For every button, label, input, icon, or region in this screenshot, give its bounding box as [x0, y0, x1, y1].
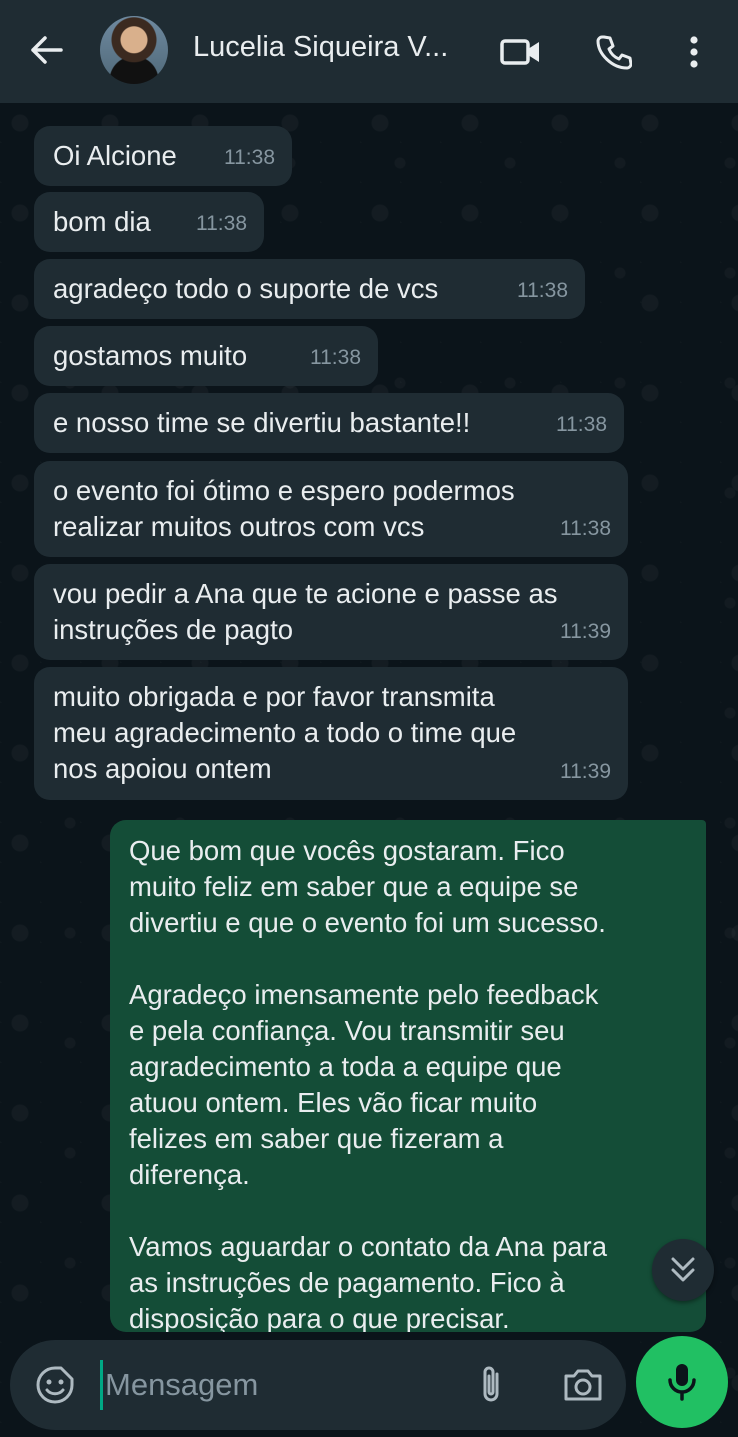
video-call-icon[interactable] — [499, 30, 543, 74]
paperclip-icon[interactable] — [468, 1362, 514, 1408]
message-bubble-incoming[interactable]: o evento foi ótimo e espero podermos rea… — [34, 461, 628, 557]
message-text: vou pedir a Ana que te acione e passe as… — [53, 578, 558, 645]
message-time: 11:38 — [310, 346, 361, 369]
message-bubble-incoming[interactable]: Oi Alcione 11:38 — [34, 126, 292, 186]
message-time: 11:39 — [560, 620, 611, 643]
double-chevron-down-icon — [671, 1257, 695, 1282]
sticker-emoji-icon[interactable] — [32, 1362, 78, 1408]
phone-call-icon[interactable] — [592, 30, 636, 74]
message-time: 11:38 — [224, 146, 275, 169]
message-time: 11:39 — [560, 760, 611, 783]
chat-screen: Lucelia Siqueira V... Oi Alcione 11:38 b… — [0, 0, 738, 1437]
back-arrow-icon[interactable] — [22, 30, 70, 70]
message-bubble-incoming[interactable]: gostamos muito 11:38 — [34, 326, 378, 386]
contact-avatar[interactable] — [100, 16, 168, 84]
message-bubble-incoming[interactable]: e nosso time se divertiu bastante!! 11:3… — [34, 393, 624, 453]
message-time: 11:38 — [196, 212, 247, 235]
microphone-button[interactable] — [636, 1336, 728, 1428]
message-text: e nosso time se divertiu bastante!! — [53, 407, 471, 438]
message-text: o evento foi ótimo e espero podermos rea… — [53, 475, 515, 542]
message-time: 11:38 — [556, 413, 607, 436]
message-time: 11:38 — [560, 517, 611, 540]
microphone-icon — [668, 1364, 696, 1401]
message-text: agradeço todo o suporte de vcs — [53, 273, 439, 304]
message-input[interactable] — [100, 1360, 440, 1410]
message-bubble-incoming[interactable]: muito obrigada e por favor transmita meu… — [34, 667, 628, 800]
message-bubble-outgoing[interactable]: Que bom que vocês gostaram. Fico muito f… — [110, 820, 706, 1332]
scroll-to-bottom-button[interactable] — [652, 1239, 714, 1301]
message-composer — [10, 1340, 626, 1430]
camera-icon[interactable] — [558, 1362, 608, 1408]
chat-header: Lucelia Siqueira V... — [0, 0, 738, 103]
message-text: Que bom que vocês gostaram. Fico muito f… — [129, 835, 608, 1332]
message-text: muito obrigada e por favor transmita meu… — [53, 681, 517, 784]
message-bubble-incoming[interactable]: vou pedir a Ana que te acione e passe as… — [34, 564, 628, 660]
contact-name[interactable]: Lucelia Siqueira V... — [193, 31, 483, 64]
more-options-icon[interactable] — [672, 30, 716, 74]
message-bubble-incoming[interactable]: bom dia 11:38 — [34, 192, 264, 252]
message-time: 11:38 — [517, 279, 568, 302]
message-bubble-incoming[interactable]: agradeço todo o suporte de vcs 11:38 — [34, 259, 585, 319]
